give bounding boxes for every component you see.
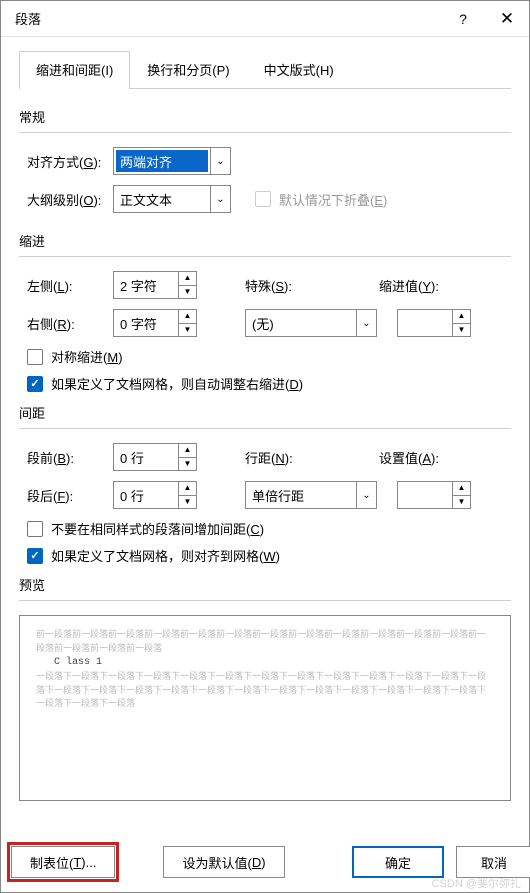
spin-down-icon: ▼	[179, 286, 196, 299]
tabs-button[interactable]: 制表位(T)...	[11, 846, 115, 878]
mirror-indent-checkbox[interactable]: 对称缩进(M)	[19, 347, 511, 366]
indent-by-label: 缩进值(Y):	[379, 276, 457, 295]
no-space-same-style-checkbox[interactable]: 不要在相同样式的段落间增加间距(C)	[19, 519, 511, 538]
line-spacing-combo[interactable]: 单倍行距 ⌄	[245, 481, 377, 509]
indent-right-spinner[interactable]: 0 字符 ▲▼	[113, 309, 197, 337]
snap-to-grid-checkbox[interactable]: ✓ 如果定义了文档网格，则对齐到网格(W)	[19, 546, 511, 565]
indent-right-label: 右侧(R):	[19, 314, 113, 333]
chevron-down-icon: ⌄	[356, 482, 376, 508]
preview-area: 前一段落前一段落前一段落前一段落前一段落前一段落前一段落前一段落前一段落前一段落…	[19, 615, 511, 801]
indent-left-spinner[interactable]: 2 字符 ▲▼	[113, 271, 197, 299]
set-default-button[interactable]: 设为默认值(D)	[163, 846, 284, 878]
line-spacing-label: 行距(N):	[245, 448, 301, 467]
outline-level-combo[interactable]: 正文文本 ⌄	[113, 185, 231, 213]
section-spacing: 间距	[19, 403, 511, 422]
tab-bar: 缩进和间距(I) 换行和分页(P) 中文版式(H)	[19, 51, 511, 89]
section-general: 常规	[19, 107, 511, 126]
spin-up-icon: ▲	[179, 272, 196, 286]
alignment-combo[interactable]: 两端对齐 ⌄	[113, 147, 231, 175]
help-button[interactable]: ?	[441, 1, 485, 37]
check-icon: ✓	[27, 376, 43, 392]
at-spinner[interactable]: ▲▼	[397, 481, 471, 509]
space-after-spinner[interactable]: 0 行 ▲▼	[113, 481, 197, 509]
chevron-down-icon: ⌄	[210, 148, 230, 174]
indent-left-label: 左侧(L):	[19, 276, 113, 295]
special-combo[interactable]: (无) ⌄	[245, 309, 377, 337]
space-before-label: 段前(B):	[19, 448, 113, 467]
collapse-checkbox: 默认情况下折叠(E)	[255, 190, 387, 209]
chevron-down-icon: ⌄	[356, 310, 376, 336]
ok-button[interactable]: 确定	[352, 846, 444, 878]
tab-line-page-breaks[interactable]: 换行和分页(P)	[130, 51, 246, 89]
at-label: 设置值(A):	[379, 448, 457, 467]
dialog-title: 段落	[15, 9, 441, 28]
outline-level-label: 大纲级别(O):	[19, 190, 113, 209]
section-preview: 预览	[19, 575, 511, 594]
space-after-label: 段后(F):	[19, 486, 113, 505]
indent-by-spinner[interactable]: ▲▼	[397, 309, 471, 337]
tab-indent-spacing[interactable]: 缩进和间距(I)	[19, 51, 130, 89]
title-bar: 段落 ? ✕	[1, 1, 529, 37]
alignment-label: 对齐方式(G):	[19, 152, 113, 171]
cancel-button[interactable]: 取消	[456, 846, 530, 878]
close-button[interactable]: ✕	[485, 1, 529, 37]
auto-adjust-indent-checkbox[interactable]: ✓ 如果定义了文档网格，则自动调整右缩进(D)	[19, 374, 511, 393]
tab-asian-typography[interactable]: 中文版式(H)	[247, 51, 351, 89]
special-label: 特殊(S):	[245, 276, 301, 295]
chevron-down-icon: ⌄	[210, 186, 230, 212]
dialog-footer: 制表位(T)... 设为默认值(D) 确定 取消	[1, 834, 529, 892]
check-icon: ✓	[27, 548, 43, 564]
space-before-spinner[interactable]: 0 行 ▲▼	[113, 443, 197, 471]
section-indent: 缩进	[19, 231, 511, 250]
